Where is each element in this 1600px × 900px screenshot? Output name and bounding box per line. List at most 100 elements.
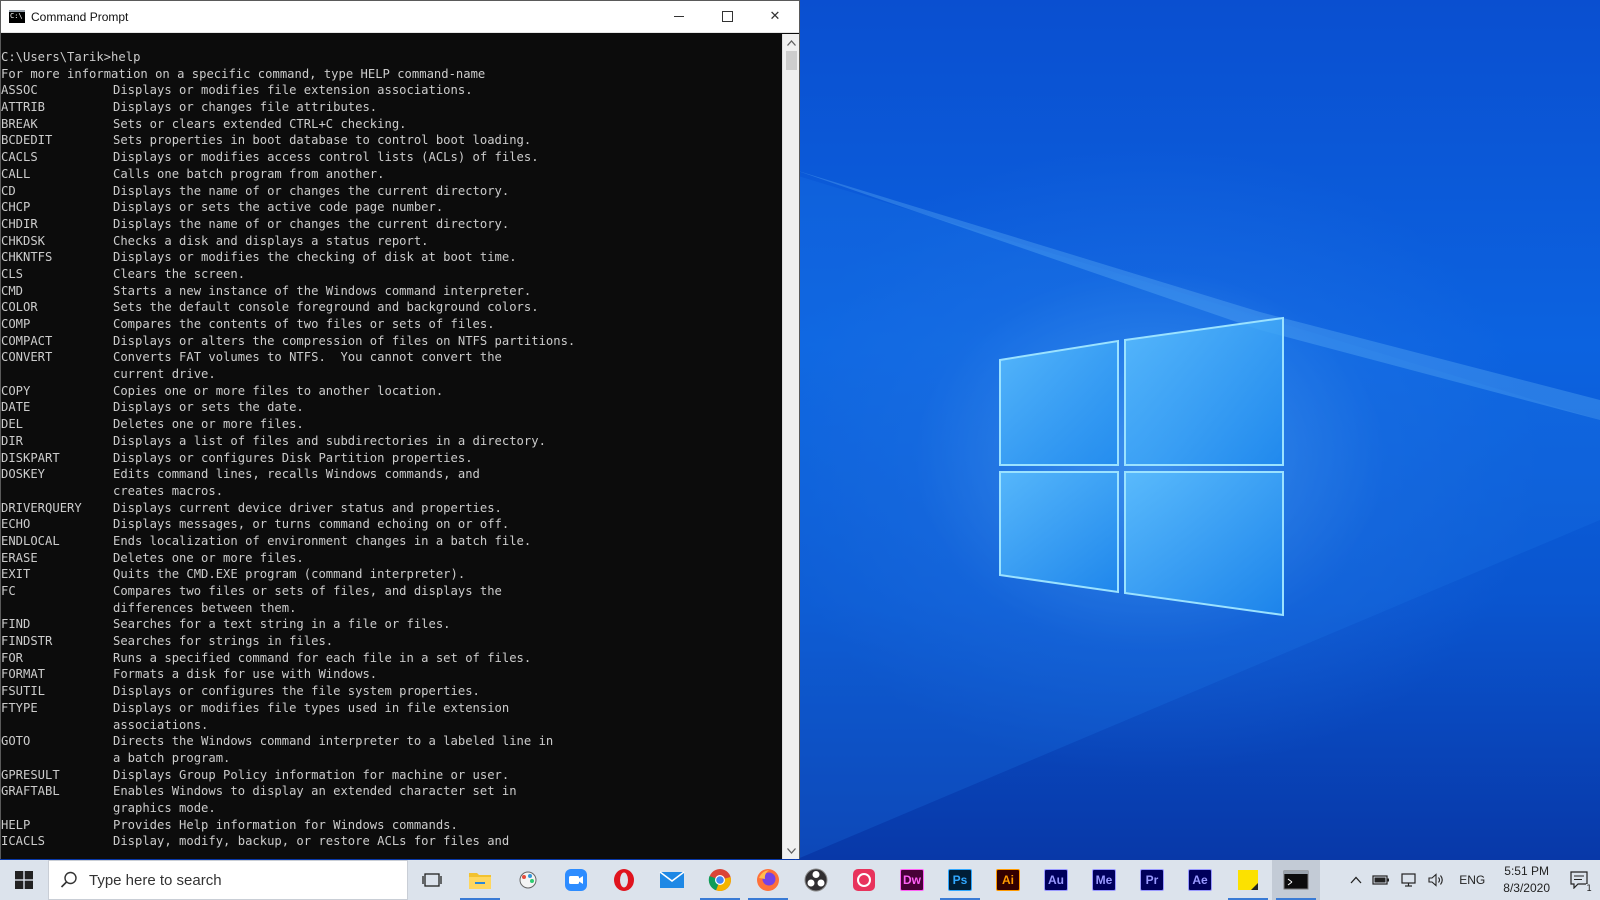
mail-icon xyxy=(659,870,685,890)
command-name: EXIT xyxy=(1,567,31,582)
command-row: ENDLOCAL Ends localization of environment… xyxy=(1,533,783,550)
command-row: BCDEDIT Sets properties in boot database … xyxy=(1,132,783,149)
search-input[interactable] xyxy=(89,871,389,889)
taskbar-photoshop-button[interactable]: Ps xyxy=(936,860,984,900)
taskbar-premiere-button[interactable]: Pr xyxy=(1128,860,1176,900)
command-row: ICACLS Display, modify, backup, or restor… xyxy=(1,833,783,850)
start-button[interactable] xyxy=(0,860,48,900)
command-row: creates macros. xyxy=(1,483,783,500)
taskbar-media-encoder-button[interactable]: Me xyxy=(1080,860,1128,900)
taskbar-task-view-button[interactable] xyxy=(408,860,456,900)
command-description: Displays the name of or changes the curr… xyxy=(113,216,510,231)
taskbar-zoom-button[interactable] xyxy=(552,860,600,900)
scroll-thumb[interactable] xyxy=(786,51,797,70)
command-name: ATTRIB xyxy=(1,100,46,115)
command-row: DRIVERQUERY Displays current device drive… xyxy=(1,500,783,517)
taskbar-dreamweaver-button[interactable]: Dw xyxy=(888,860,936,900)
chrome-icon xyxy=(708,868,732,892)
command-name: CALL xyxy=(1,166,31,181)
taskbar-audition-button[interactable]: Au xyxy=(1032,860,1080,900)
command-description: Displays or alters the compression of fi… xyxy=(113,333,576,348)
command-name: DRIVERQUERY xyxy=(1,500,82,515)
maximize-button[interactable] xyxy=(703,1,751,33)
command-row: associations. xyxy=(1,717,783,734)
action-center-button[interactable]: 1 xyxy=(1560,860,1600,900)
command-name: CHDIR xyxy=(1,216,38,231)
command-name: ECHO xyxy=(1,517,31,532)
media-encoder-icon: Me xyxy=(1092,869,1116,891)
taskbar-opera-button[interactable] xyxy=(600,860,648,900)
vertical-scrollbar[interactable] xyxy=(782,34,799,859)
command-row: CACLS Displays or modifies access control… xyxy=(1,149,783,166)
taskbar-file-explorer-button[interactable] xyxy=(456,860,504,900)
clock[interactable]: 5:51 PM 8/3/2020 xyxy=(1493,860,1560,900)
command-name: GRAFTABL xyxy=(1,784,60,799)
command-row: graphics mode. xyxy=(1,800,783,817)
command-prompt-window[interactable]: C:\ Command Prompt ✕ C:\Users\Tarik>help… xyxy=(0,0,800,859)
command-row: CLS Clears the screen. xyxy=(1,266,783,283)
command-description: Deletes one or more files. xyxy=(113,550,304,565)
command-prompt-icon: C:\ xyxy=(9,10,25,23)
command-description: Starts a new instance of the Windows com… xyxy=(113,283,532,298)
battery-icon[interactable] xyxy=(1367,860,1395,900)
command-name: BCDEDIT xyxy=(1,133,53,148)
video-camera-icon xyxy=(564,868,588,892)
command-name: BREAK xyxy=(1,116,38,131)
taskbar-command-prompt-button[interactable] xyxy=(1272,860,1320,900)
taskbar-firefox-button[interactable] xyxy=(744,860,792,900)
command-description: Sets or clears extended CTRL+C checking. xyxy=(113,116,407,131)
console-output[interactable]: C:\Users\Tarik>help For more information… xyxy=(1,34,783,859)
command-row: CHDIR Displays the name of or changes the… xyxy=(1,216,783,233)
command-name: HELP xyxy=(1,817,31,832)
photoshop-icon: Ps xyxy=(948,869,972,891)
command-description: associations. xyxy=(113,717,209,732)
command-description: Searches for a text string in a file or … xyxy=(113,617,451,632)
command-name: CD xyxy=(1,183,16,198)
command-description: Compares two files or sets of files, and… xyxy=(113,584,502,598)
command-row: COLOR Sets the default console foreground… xyxy=(1,299,783,316)
taskbar-illustrator-button[interactable]: Ai xyxy=(984,860,1032,900)
volume-icon[interactable] xyxy=(1423,860,1451,900)
network-icon[interactable] xyxy=(1395,860,1423,900)
command-row: FORMAT Formats a disk for use with Window… xyxy=(1,666,783,683)
scroll-up-arrow-icon[interactable] xyxy=(783,34,800,51)
command-row: FTYPE Displays or modifies file types use… xyxy=(1,700,783,717)
clock-time: 5:51 PM xyxy=(1504,864,1549,878)
command-name xyxy=(1,750,113,767)
scroll-down-arrow-icon[interactable] xyxy=(783,842,800,859)
command-description: Compares the contents of two files or se… xyxy=(113,317,495,331)
command-description: Displays or modifies the checking of dis… xyxy=(113,250,517,265)
command-row: COMPACT Displays or alters the compressio… xyxy=(1,333,783,350)
command-row: CALL Calls one batch program from another… xyxy=(1,166,783,183)
close-button[interactable]: ✕ xyxy=(751,1,799,33)
title-bar[interactable]: C:\ Command Prompt ✕ xyxy=(1,1,799,33)
taskbar-obs-button[interactable] xyxy=(792,860,840,900)
dreamweaver-icon: Dw xyxy=(900,869,924,891)
command-name: CMD xyxy=(1,283,24,298)
taskbar-chrome-button[interactable] xyxy=(696,860,744,900)
illustrator-icon: Ai xyxy=(996,869,1020,891)
command-description: Copies one or more files to another loca… xyxy=(113,383,444,398)
command-row: COPY Copies one or more files to another … xyxy=(1,383,783,400)
obs-icon xyxy=(804,868,828,892)
command-description: Runs a specified command for each file i… xyxy=(113,650,532,665)
search-box[interactable] xyxy=(48,860,408,900)
taskbar-after-effects-button[interactable]: Ae xyxy=(1176,860,1224,900)
command-description: Sets properties in boot database to cont… xyxy=(113,133,532,148)
command-row: FINDSTR Searches for strings in files. xyxy=(1,633,783,650)
minimize-button[interactable] xyxy=(655,1,703,33)
command-description: Ends localization of environment changes… xyxy=(113,533,532,548)
command-name: FORMAT xyxy=(1,667,46,682)
input-language[interactable]: ENG xyxy=(1451,860,1493,900)
command-row: differences between them. xyxy=(1,600,783,617)
command-row: CHKNTFS Displays or modifies the checking… xyxy=(1,249,783,266)
taskbar-creative-cloud-button[interactable] xyxy=(840,860,888,900)
taskbar-sticky-notes-button[interactable] xyxy=(1224,860,1272,900)
command-description: Displays or sets the active code page nu… xyxy=(113,200,444,215)
command-description: Displays messages, or turns command echo… xyxy=(113,517,510,532)
taskbar-paint-3d-button[interactable] xyxy=(504,860,552,900)
taskbar: Dw Ps Ai Au Me Pr Ae ENG 5:51 PM 8/3/2020 1 xyxy=(0,860,1600,900)
taskbar-mail-button[interactable] xyxy=(648,860,696,900)
show-hidden-icons-chevron-icon[interactable] xyxy=(1345,860,1367,900)
command-name: COMPACT xyxy=(1,333,53,348)
